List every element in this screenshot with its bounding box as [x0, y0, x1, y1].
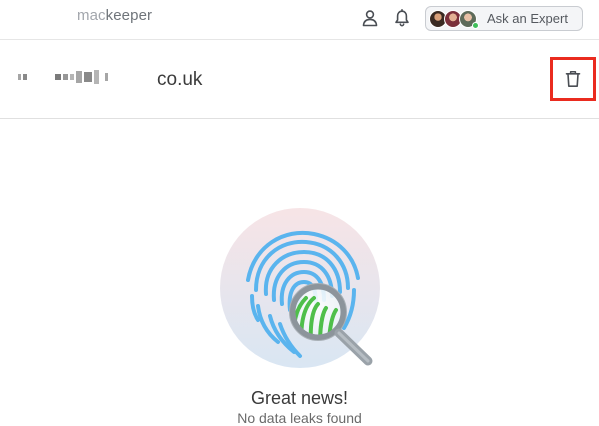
ask-expert-button[interactable]: Ask an Expert — [425, 6, 583, 31]
expert-avatars — [429, 9, 485, 29]
trash-icon — [565, 71, 581, 87]
fingerprint-magnifier-icon — [218, 206, 383, 371]
result-subtitle: No data leaks found — [237, 410, 362, 426]
logo-keeper-text: keeper — [105, 7, 153, 24]
email-redacted — [18, 67, 110, 87]
online-status-dot — [472, 21, 479, 29]
top-bar: mackeeper Ask an Expert — [0, 0, 599, 40]
email-address: co.uk — [157, 69, 203, 90]
email-row: co.uk — [0, 41, 599, 119]
bell-icon[interactable] — [392, 8, 412, 28]
delete-email-button[interactable] — [550, 57, 596, 101]
ask-expert-label: Ask an Expert — [487, 11, 568, 26]
result-title: Great news! — [250, 388, 349, 408]
app-logo[interactable]: mackeeper — [77, 7, 152, 24]
logo-mac-text: mac — [77, 7, 106, 24]
user-icon[interactable] — [360, 8, 380, 28]
